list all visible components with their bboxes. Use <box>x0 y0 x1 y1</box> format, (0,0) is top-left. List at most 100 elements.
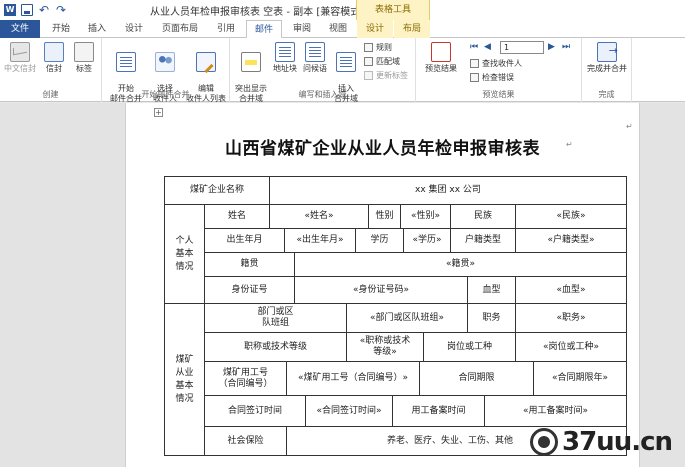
tab-insert[interactable]: 插入 <box>80 20 114 38</box>
birth-field[interactable]: «出生年月» <box>284 228 356 253</box>
technical-title-field[interactable]: «职称或技术 等级» <box>346 332 424 362</box>
record-number-input[interactable]: 1 <box>500 41 544 54</box>
post-field[interactable]: «职务» <box>515 303 627 333</box>
document-icon <box>116 52 136 72</box>
tab-design[interactable]: 设计 <box>116 20 152 38</box>
name-field[interactable]: «姓名» <box>269 204 369 229</box>
finish-merge-icon <box>597 42 618 62</box>
id-number-field[interactable]: «身份证号码» <box>294 276 468 304</box>
word-logo-icon: W <box>4 4 16 16</box>
first-record-icon[interactable]: ⏮ <box>470 42 478 52</box>
preview-icon <box>431 42 451 62</box>
ethnic-label: 民族 <box>450 204 516 229</box>
ethnic-field[interactable]: «民族» <box>515 204 627 229</box>
watermark: 37uu.cn <box>530 424 680 460</box>
labels-button[interactable]: 标签 <box>70 40 98 74</box>
native-place-field[interactable]: «籍贯» <box>294 252 627 277</box>
birth-label: 出生年月 <box>204 228 285 253</box>
document-title: 山西省煤矿企业从业人员年检申报审核表 <box>225 139 540 159</box>
job-type-field[interactable]: «岗位或工种» <box>515 332 627 362</box>
recipients-icon <box>155 52 175 72</box>
last-record-icon[interactable]: ⏭ <box>562 42 570 52</box>
native-place-label: 籍贯 <box>204 252 295 277</box>
chinese-envelope-button[interactable]: 中文信封 <box>2 40 38 74</box>
job-type-label: 岗位或工种 <box>423 332 516 362</box>
greeting-line-button[interactable]: 问候语 <box>300 40 330 74</box>
department-label: 部门或区 队班组 <box>204 303 347 333</box>
group-write-insert: 突出显示 合并域 地址块 问候语 插入 合并域 规则 匹配域 更新标签 编写和插… <box>230 38 416 103</box>
group-label-finish: 完成 <box>598 90 615 99</box>
tab-home[interactable]: 开始 <box>44 20 78 38</box>
envelopes-button[interactable]: 信封 <box>40 40 68 74</box>
tab-page-layout[interactable]: 页面布局 <box>155 20 205 38</box>
tab-table-design[interactable]: 设计 <box>357 20 393 38</box>
greeting-line-icon <box>305 42 325 62</box>
department-field[interactable]: «部门或区队班组» <box>346 303 468 333</box>
edit-list-icon <box>196 52 216 72</box>
ribbon-mailings: 中文信封 信封 标签 创建 开始 邮件合并 选择 收件人 编辑 收件人列表 开始… <box>0 38 685 103</box>
technical-title-label: 职称或技术等级 <box>204 332 347 362</box>
group-start-merge: 开始 邮件合并 选择 收件人 编辑 收件人列表 开始邮件合并 <box>102 38 230 103</box>
save-icon[interactable] <box>21 4 33 16</box>
quick-access-toolbar: W ↶ ↷ <box>0 0 67 20</box>
update-labels-button[interactable]: 更新标签 <box>364 70 408 81</box>
group-finish: 完成并合并 完成 <box>582 38 632 102</box>
contract-term-field[interactable]: «合同期限年» <box>533 361 627 396</box>
match-fields-button[interactable]: 匹配域 <box>364 56 400 67</box>
filing-date-field[interactable]: «用工备案时间» <box>484 395 627 427</box>
sex-label: 性别 <box>368 204 401 229</box>
highlight-icon <box>241 52 261 72</box>
previous-record-icon[interactable]: ◀ <box>484 42 491 52</box>
social-insurance-label: 社会保险 <box>204 426 287 456</box>
personal-info-group-label: 个人 基本 情况 <box>164 204 205 304</box>
group-preview: 预览结果 ⏮ ◀ ▶ ⏭ 查找收件人 检查错误 预览结果 <box>416 38 582 102</box>
employee-number-label: 煤矿用工号 （合同编号） <box>204 361 287 396</box>
watermark-logo-icon <box>530 428 558 456</box>
label-icon <box>74 42 94 62</box>
name-label: 姓名 <box>204 204 270 229</box>
watermark-text: 37uu.cn <box>562 427 673 457</box>
blood-type-label: 血型 <box>467 276 516 304</box>
table-move-handle-icon[interactable]: + <box>154 108 163 117</box>
filing-date-label: 用工备案时间 <box>392 395 485 427</box>
contract-sign-date-label: 合同签订时间 <box>204 395 306 427</box>
find-recipient-icon <box>470 59 479 68</box>
find-recipient-button[interactable]: 查找收件人 <box>470 58 522 69</box>
contract-term-label: 合同期限 <box>419 361 534 396</box>
education-label: 学历 <box>355 228 404 253</box>
next-record-icon[interactable]: ▶ <box>548 42 555 52</box>
rules-button[interactable]: 规则 <box>364 42 392 53</box>
education-field[interactable]: «学历» <box>403 228 451 253</box>
finish-merge-button[interactable]: 完成并合并 <box>584 40 630 74</box>
hukou-label: 户籍类型 <box>450 228 516 253</box>
group-label-create: 创建 <box>42 90 59 99</box>
tab-mailings[interactable]: 邮件 <box>246 20 282 39</box>
sex-field[interactable]: «性别» <box>400 204 451 229</box>
work-info-group-label: 煤矿 从业 基本 情况 <box>164 303 205 456</box>
match-fields-icon <box>364 57 373 66</box>
update-labels-icon <box>364 71 373 80</box>
address-block-button[interactable]: 地址块 <box>270 40 300 74</box>
table-tools-header: 表格工具 <box>356 0 430 20</box>
tab-references[interactable]: 引用 <box>208 20 244 38</box>
group-label-write-insert: 编写和插入域 <box>298 90 347 99</box>
envelope-icon <box>10 42 30 62</box>
undo-icon[interactable]: ↶ <box>38 4 50 16</box>
tab-review[interactable]: 审阅 <box>285 20 319 38</box>
check-errors-button[interactable]: 检查错误 <box>470 72 514 83</box>
ribbon-tabs: 文件 开始 插入 设计 页面布局 引用 邮件 审阅 视图 设计 布局 <box>0 20 685 39</box>
company-name-value[interactable]: xx 集团 xx 公司 <box>269 176 627 205</box>
hukou-field[interactable]: «户籍类型» <box>515 228 627 253</box>
blood-type-field[interactable]: «血型» <box>515 276 627 304</box>
redo-icon[interactable]: ↷ <box>55 4 67 16</box>
id-number-label: 身份证号 <box>204 276 295 304</box>
group-label-start-merge: 开始邮件合并 <box>141 90 190 99</box>
tab-file[interactable]: 文件 <box>0 20 40 38</box>
rules-icon <box>364 43 373 52</box>
preview-results-button[interactable]: 预览结果 <box>420 40 462 74</box>
contract-sign-date-field[interactable]: «合同签订时间» <box>305 395 393 427</box>
paragraph-mark-icon: ↵ <box>626 122 633 131</box>
tab-table-layout[interactable]: 布局 <box>394 20 430 38</box>
employee-number-field[interactable]: «煤矿用工号（合同编号）» <box>286 361 420 396</box>
tab-view[interactable]: 视图 <box>321 20 355 38</box>
